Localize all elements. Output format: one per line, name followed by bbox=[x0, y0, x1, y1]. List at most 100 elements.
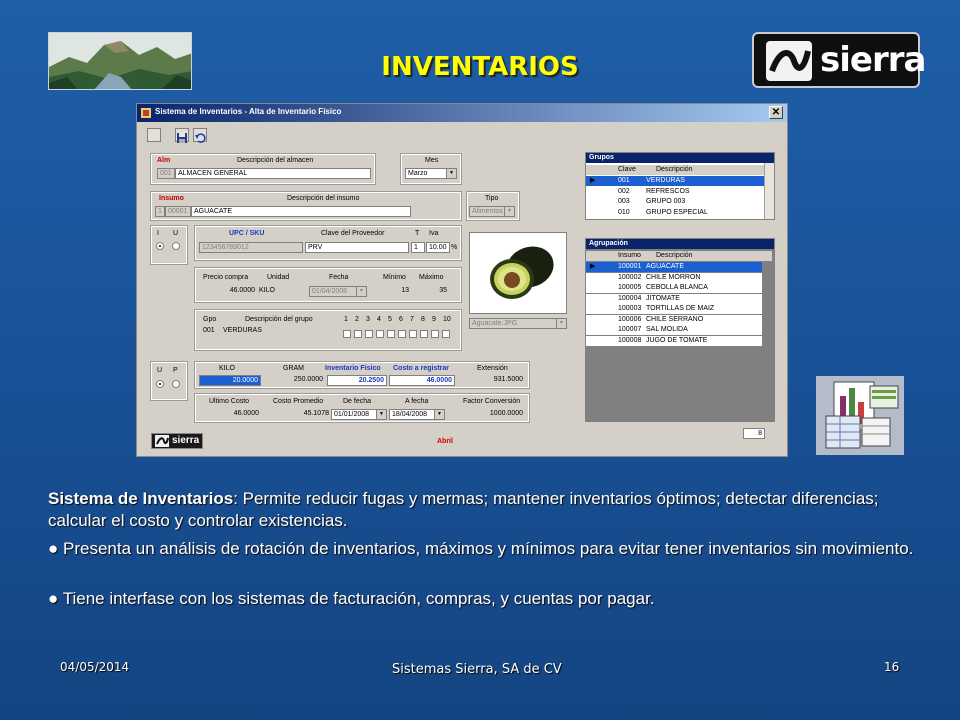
unidad-field[interactable]: KILO bbox=[257, 286, 307, 297]
agrupacion-grid: Agrupación Insumo Descripción ▶ 100001 AGU… bbox=[585, 238, 775, 422]
grupo-digit-label: 10 bbox=[443, 316, 451, 323]
grupos-header-row: Clave Descripción bbox=[586, 165, 764, 175]
window-titlebar: Sistema de Inventarios - Alta de Inventa… bbox=[137, 104, 787, 122]
gpo-code-field[interactable]: 001 bbox=[201, 326, 221, 337]
grupos-row[interactable]: ▶ 001 VERDURAS bbox=[586, 176, 764, 186]
agrupacion-cell-desc: AGUACATE bbox=[646, 263, 684, 270]
mes-value: Marzo bbox=[408, 170, 428, 177]
undo-button[interactable] bbox=[193, 128, 207, 143]
extension-field[interactable]: 931.5000 bbox=[457, 375, 525, 386]
grupo-digit-checkbox[interactable] bbox=[354, 330, 362, 338]
grupos-cell-desc: GRUPO 003 bbox=[646, 198, 686, 205]
agrupacion-row[interactable]: ▶ 100001 AGUACATE bbox=[586, 262, 762, 272]
grupo-digit-checkbox[interactable] bbox=[431, 330, 439, 338]
agrupacion-col-insumo: Insumo bbox=[618, 252, 641, 259]
costo-promedio-field[interactable]: 45.1078 bbox=[263, 409, 331, 420]
agrupacion-cell-desc: TORTILLAS DE MAIZ bbox=[646, 305, 715, 312]
grupo-digit-checkbox[interactable] bbox=[420, 330, 428, 338]
slide: INVENTARIOS sierra Sistema de Inventario… bbox=[0, 0, 960, 720]
grupo-digit-checkbox[interactable] bbox=[343, 330, 351, 338]
fecha-label: Fecha bbox=[329, 274, 349, 281]
grupos-row[interactable]: 003 GRUPO 003 bbox=[586, 197, 764, 207]
costo-registrar-field[interactable]: 46.0000 bbox=[389, 375, 455, 386]
u-radio-2[interactable] bbox=[156, 380, 164, 388]
grupos-scrollbar[interactable] bbox=[764, 163, 774, 219]
agrupacion-row[interactable]: 100004 JITOMATE bbox=[586, 293, 762, 304]
footer-company: Sistemas Sierra, SA de CV bbox=[392, 662, 562, 677]
i-radio[interactable] bbox=[156, 242, 164, 250]
row-pointer-icon: ▶ bbox=[590, 177, 596, 184]
minimo-field[interactable]: 13 bbox=[375, 286, 411, 297]
grupo-digit-checkbox[interactable] bbox=[365, 330, 373, 338]
grupos-cell-clave: 010 bbox=[618, 208, 630, 216]
insumo-desc-field[interactable]: AGUACATE bbox=[191, 206, 411, 217]
grupos-row[interactable]: 002 REFRESCOS bbox=[586, 187, 764, 197]
a-fecha-field[interactable]: 18/04/2008 ▼ bbox=[389, 409, 445, 420]
grupo-digit-checkbox[interactable] bbox=[409, 330, 417, 338]
gpo-desc-field[interactable]: VERDURAS bbox=[221, 326, 331, 337]
precio-compra-field[interactable]: 46.0000 bbox=[199, 286, 257, 297]
precio-compra-label: Precio compra bbox=[203, 274, 249, 281]
almacen-desc-field[interactable]: ALMACEN GENERAL bbox=[175, 168, 371, 179]
percent-label: % bbox=[451, 244, 458, 251]
fecha-field[interactable]: 01/04/2008 ▼ bbox=[309, 286, 367, 297]
factor-conversion-field[interactable]: 1000.0000 bbox=[457, 409, 525, 420]
grupo-digit-label: 6 bbox=[399, 316, 403, 323]
image-file-select[interactable]: Aguacate.JPG ▼ bbox=[469, 318, 567, 329]
sierra-logo-text: sierra bbox=[820, 40, 926, 80]
kilo-field[interactable]: 20.0000 bbox=[199, 375, 261, 386]
grupo-digit-checkbox[interactable] bbox=[398, 330, 406, 338]
agrupacion-row[interactable]: 100006 CHILE SERRANO bbox=[586, 314, 762, 325]
insumo-code-field[interactable]: 00001 bbox=[165, 206, 191, 217]
sierra-mini-logo: sierra bbox=[151, 433, 203, 449]
save-button[interactable] bbox=[175, 128, 189, 143]
fecha-value: 01/04/2008 bbox=[312, 288, 348, 295]
maximo-field[interactable]: 35 bbox=[413, 286, 449, 297]
t-field[interactable]: 1 bbox=[411, 242, 425, 253]
insumo-num-field[interactable]: 1 bbox=[155, 206, 165, 217]
iva-field[interactable]: 10.00 bbox=[426, 242, 450, 253]
mes-select[interactable]: Marzo ▼ bbox=[405, 168, 457, 179]
sierra-logo: sierra bbox=[752, 32, 926, 88]
proveedor-field[interactable]: PRV bbox=[305, 242, 409, 253]
agrupacion-cell-insumo: 100002 bbox=[618, 273, 642, 281]
save-icon bbox=[177, 133, 187, 143]
costo-promedio-label: Costo Promedio bbox=[273, 398, 324, 405]
de-fecha-value: 01/01/2008 bbox=[334, 411, 370, 418]
agrupacion-row[interactable]: 100005 CEBOLLA BLANCA bbox=[586, 283, 762, 293]
grupo-digit-checkbox[interactable] bbox=[376, 330, 384, 338]
image-file-value: Aguacate.JPG bbox=[472, 320, 518, 327]
close-button[interactable]: ✕ bbox=[769, 106, 783, 119]
grupo-digit-checkbox[interactable] bbox=[442, 330, 450, 338]
de-fecha-field[interactable]: 01/01/2008 ▼ bbox=[331, 409, 387, 420]
tipo-value: Alimentos bbox=[472, 208, 503, 215]
costo-registrar-label: Costo a registrar bbox=[393, 365, 450, 372]
chevron-down-icon: ▼ bbox=[376, 410, 386, 419]
agrupacion-row[interactable]: 100008 JUGO DE TOMATE bbox=[586, 335, 762, 346]
agrupacion-cell-desc: SAL MOLIDA bbox=[646, 326, 688, 333]
gram-field[interactable]: 250.0000 bbox=[263, 375, 325, 386]
sierra-mini-logo-text: sierra bbox=[172, 435, 200, 446]
page-number-field: 8 bbox=[743, 428, 765, 439]
new-button[interactable] bbox=[147, 128, 161, 142]
product-image bbox=[469, 232, 567, 314]
agrupacion-cell-desc: JUGO DE TOMATE bbox=[646, 336, 708, 344]
agrupacion-row[interactable]: 100007 SAL MOLIDA bbox=[586, 325, 762, 335]
ultimo-costo-field[interactable]: 46.0000 bbox=[199, 409, 261, 420]
grupo-digit-checkbox[interactable] bbox=[387, 330, 395, 338]
agrupacion-row[interactable]: 100002 CHILE MORRON bbox=[586, 272, 762, 283]
chevron-down-icon: ▼ bbox=[434, 410, 444, 419]
gram-label: GRAM bbox=[283, 365, 304, 372]
agrupacion-cell-desc: CHILE MORRON bbox=[646, 273, 701, 281]
kilo-label: KILO bbox=[219, 365, 235, 372]
u-radio[interactable] bbox=[172, 242, 180, 250]
agrupacion-row[interactable]: 100003 TORTILLAS DE MAIZ bbox=[586, 304, 762, 314]
grupos-row[interactable]: 010 GRUPO ESPECIAL bbox=[586, 208, 764, 218]
inventario-fisico-field[interactable]: 20.2500 bbox=[327, 375, 387, 386]
grupos-cell-desc: VERDURAS bbox=[646, 177, 685, 184]
upc-field[interactable]: 123456789012 bbox=[199, 242, 303, 253]
undo-icon bbox=[195, 133, 206, 143]
almacen-code-field[interactable]: 001 bbox=[157, 168, 175, 179]
tipo-select[interactable]: Alimentos ▼ bbox=[469, 206, 515, 217]
p-radio[interactable] bbox=[172, 380, 180, 388]
